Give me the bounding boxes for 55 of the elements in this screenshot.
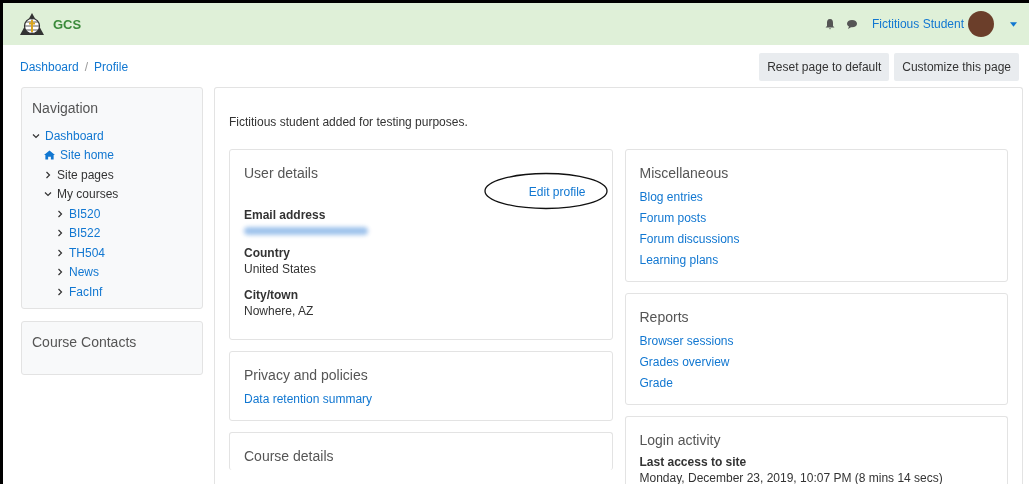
avatar[interactable] (968, 11, 994, 37)
card-link[interactable]: Blog entries (639, 187, 703, 208)
nav-link[interactable]: FacInf (69, 284, 103, 299)
field-value: Nowhere, AZ (244, 303, 314, 319)
user-name[interactable]: Fictitious Student (871, 17, 964, 31)
breadcrumb-separator: / (84, 60, 89, 74)
card-title: Course details (244, 448, 334, 464)
card-title: Privacy and policies (244, 367, 368, 383)
chevron-right-icon[interactable] (56, 287, 64, 296)
card-title: User details (244, 165, 318, 181)
nav-link[interactable]: BI520 (69, 206, 101, 221)
field-label: Last access to site (639, 454, 747, 470)
chat-bubble-icon[interactable] (845, 18, 858, 30)
block-title: Course Contacts (32, 333, 138, 350)
field-value: Monday, December 23, 2019, 10:07 PM (8 mins 14 secs) (639, 470, 943, 484)
site-name[interactable]: GCS (53, 16, 82, 32)
card-link[interactable]: Data retention summary (244, 389, 373, 410)
field-label: City/town (244, 287, 299, 303)
page-button[interactable]: Reset page to default (759, 53, 890, 81)
nav-item[interactable]: Site pages (57, 167, 114, 182)
chevron-right-icon[interactable] (56, 248, 64, 257)
field-label: Email address (244, 207, 327, 223)
home-icon (44, 150, 55, 161)
card-link[interactable]: Grade (639, 373, 673, 394)
card-title: Miscellaneous (639, 165, 729, 181)
chevron-down-icon[interactable] (32, 131, 40, 140)
chevron-right-icon[interactable] (56, 268, 64, 277)
nav-link[interactable]: TH504 (69, 245, 106, 260)
field-label: Country (244, 245, 291, 261)
nav-link[interactable]: BI522 (69, 226, 101, 241)
nav-item[interactable]: My courses (57, 187, 119, 202)
card-link[interactable]: Forum posts (639, 208, 707, 229)
breadcrumb-link[interactable]: Profile (94, 60, 129, 74)
globe-cross-logo-icon (19, 12, 45, 36)
page-button[interactable]: Customize this page (894, 53, 1019, 81)
chevron-right-icon[interactable] (44, 170, 52, 179)
card-title: Login activity (639, 432, 721, 448)
breadcrumb-link[interactable]: Dashboard (20, 60, 79, 74)
chevron-right-icon[interactable] (56, 229, 64, 238)
chevron-down-icon[interactable] (44, 190, 52, 199)
card-title: Reports (639, 309, 689, 325)
card-link[interactable]: Browser sessions (639, 331, 734, 352)
card-link[interactable]: Grades overview (639, 352, 730, 373)
nav-link[interactable]: Dashboard (45, 128, 104, 143)
block-title: Navigation (32, 100, 100, 116)
caret-down-icon[interactable] (1010, 21, 1017, 27)
edit-profile-link[interactable]: Edit profile (528, 185, 586, 201)
nav-link[interactable]: News (69, 265, 99, 280)
nav-link[interactable]: Site home (60, 148, 115, 163)
profile-description: Fictitious student added for testing purposes. (229, 115, 469, 129)
card-link[interactable]: Learning plans (639, 250, 719, 271)
chevron-right-icon[interactable] (56, 209, 64, 218)
card-link[interactable]: Forum discussions (639, 229, 740, 250)
field-value: United States (244, 261, 317, 277)
bell-icon[interactable] (823, 18, 836, 30)
